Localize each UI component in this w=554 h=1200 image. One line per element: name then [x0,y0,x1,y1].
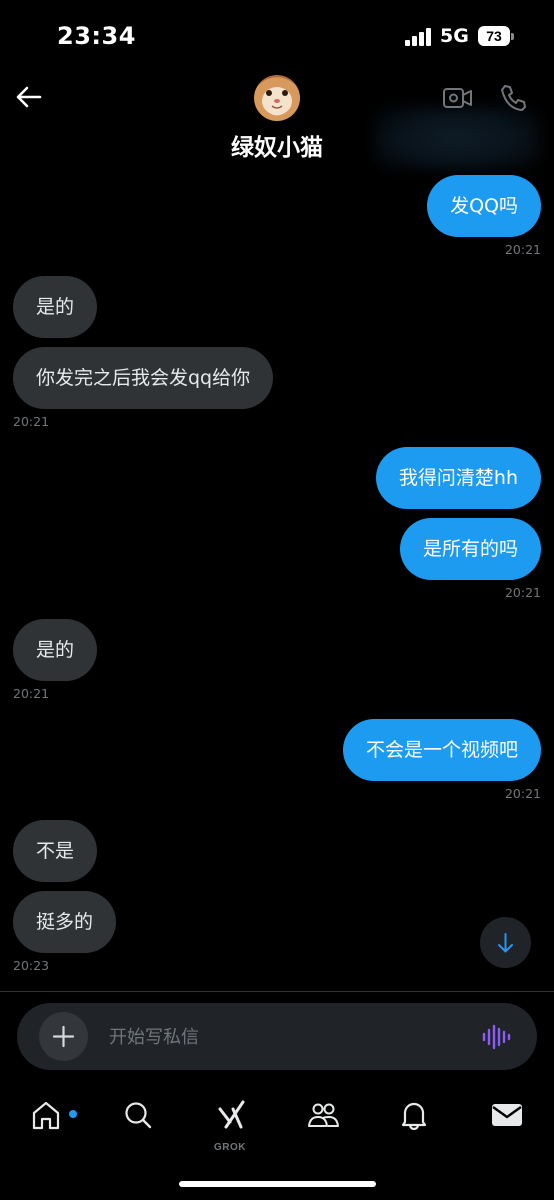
communities-icon [308,1103,339,1127]
voice-waveform-icon[interactable] [481,1023,511,1051]
divider [0,991,554,992]
message-bubble-incoming[interactable]: 挺多的 [13,891,117,953]
home-indicator [179,1181,376,1187]
message-bubble-outgoing[interactable]: 发QQ吗 [427,175,541,237]
messages-icon [492,1104,522,1126]
avatar[interactable] [254,75,300,121]
status-time: 23:34 [57,22,136,50]
attach-button[interactable] [39,1012,88,1061]
grok-label: GROK [214,1142,246,1153]
tab-search[interactable] [108,1094,168,1154]
message-input[interactable] [109,1017,459,1057]
tab-notifications[interactable] [384,1094,444,1154]
network-type: 5G [440,25,469,47]
message-thread[interactable]: 发QQ吗 20:21 是的 你发完之后我会发qq给你 20:21 我得问清楚hh… [0,170,554,990]
message-composer [17,1003,537,1070]
notifications-icon [401,1102,427,1130]
home-icon [32,1101,60,1130]
scroll-to-bottom-button[interactable] [480,917,531,968]
notification-dot [69,1110,77,1118]
message-timestamp: 20:21 [504,786,541,801]
battery-level: 73 [478,26,510,46]
video-camera-icon[interactable] [442,82,474,114]
search-icon [125,1102,152,1129]
tab-home[interactable] [16,1094,77,1154]
signal-icon [405,28,433,46]
message-timestamp: 20:21 [13,414,50,429]
grok-icon [218,1100,245,1129]
tab-messages[interactable] [476,1094,536,1154]
message-timestamp: 20:23 [13,958,50,973]
message-bubble-incoming[interactable]: 是的 [13,276,98,338]
status-bar: 23:34 5G 73 [0,0,554,70]
message-timestamp: 20:21 [13,686,50,701]
message-bubble-incoming[interactable]: 不是 [13,820,98,882]
message-bubble-outgoing[interactable]: 不会是一个视频吧 [342,719,541,781]
message-timestamp: 20:21 [504,242,541,257]
tab-grok[interactable]: GROK [200,1094,260,1154]
tab-communities[interactable] [292,1094,352,1154]
battery-icon: 73 [478,26,514,46]
message-bubble-incoming[interactable]: 你发完之后我会发qq给你 [13,347,274,409]
message-bubble-outgoing[interactable]: 我得问清楚hh [375,447,541,509]
phone-icon[interactable] [498,82,530,114]
blurred-region [375,106,540,170]
message-timestamp: 20:21 [504,585,541,600]
conversation-header: 绿奴小猫 [0,70,554,170]
arrow-down-icon [498,933,513,953]
plus-icon [52,1025,75,1048]
message-bubble-outgoing[interactable]: 是所有的吗 [399,518,541,580]
arrow-left-icon[interactable] [14,82,44,112]
message-bubble-incoming[interactable]: 是的 [13,619,98,681]
